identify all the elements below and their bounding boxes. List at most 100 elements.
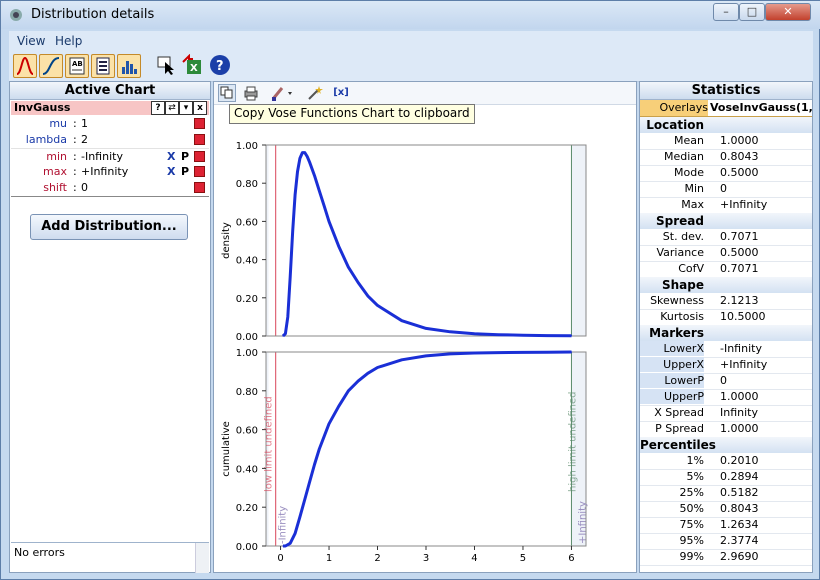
stat-row: 75% 1.2634	[640, 517, 812, 534]
p-mode-button[interactable]: P	[181, 165, 189, 178]
maximize-button[interactable]: □	[739, 3, 765, 21]
stat-value: 1.0000	[720, 390, 759, 403]
cell-reference-icon[interactable]	[194, 134, 205, 145]
stat-label[interactable]: LowerX	[640, 341, 704, 356]
add-distribution-button[interactable]: Add Distribution...	[30, 214, 188, 240]
svg-text:?: ?	[216, 59, 224, 74]
distribution-details-window: Distribution details – □ ✕ View Help AB …	[0, 0, 820, 580]
data-point	[347, 266, 350, 268]
dist-help-button[interactable]: ?	[151, 101, 165, 115]
svg-text:X: X	[190, 63, 198, 74]
stat-label[interactable]: UpperX	[640, 357, 704, 372]
active-chart-header: Active Chart	[10, 82, 210, 100]
cursor-icon[interactable]	[155, 54, 179, 78]
overlays-row: Overlays VoseInvGauss(1,2	[640, 100, 812, 117]
param-value-input[interactable]: +Infinity	[81, 165, 128, 178]
cell-reference-icon[interactable]	[194, 118, 205, 129]
param-row-min: min : -Infinity X P	[11, 148, 209, 165]
param-value-input[interactable]: 0	[81, 181, 88, 194]
cell-reference-icon[interactable]	[194, 182, 205, 193]
stat-label: Max	[681, 198, 704, 211]
stats-section-header: Location	[640, 117, 812, 133]
stat-label[interactable]: LowerP	[640, 373, 704, 388]
x-tick-label: 1	[326, 553, 332, 564]
report-icon[interactable]	[91, 54, 115, 78]
data-point	[299, 516, 301, 518]
chart-panel: [x] 1.00 0.80 0.60 0.40 0.20 0.00 density 1.00 0…	[213, 81, 637, 573]
help-icon[interactable]: ?	[209, 54, 233, 78]
menu-help[interactable]: Help	[55, 34, 82, 48]
stat-value: 1.0000	[720, 422, 759, 435]
stat-label: Skewness	[650, 294, 704, 307]
x-mode-button[interactable]: X	[167, 165, 175, 178]
stat-label: P Spread	[655, 422, 704, 435]
data-point	[313, 174, 316, 177]
menu-view[interactable]: View	[17, 34, 45, 48]
stat-value: 10.5000	[720, 310, 766, 323]
y-tick-label: 0.60	[236, 426, 258, 437]
section-title: Spread	[656, 214, 704, 228]
high-limit-band	[571, 145, 586, 336]
error-scrollbar[interactable]	[195, 543, 209, 573]
distribution-charts: 1.00 0.80 0.60 0.40 0.20 0.00 density 1.00 0.80 0…	[221, 141, 588, 564]
data-point	[401, 359, 403, 361]
param-value-input[interactable]: 2	[81, 133, 88, 146]
data-point	[301, 152, 303, 154]
stat-value: 2.1213	[720, 294, 759, 307]
plot-frame	[265, 351, 587, 547]
stat-label: CofV	[678, 262, 704, 275]
p-mode-button[interactable]: P	[181, 150, 189, 163]
param-label: max	[43, 165, 67, 178]
data-point	[522, 334, 524, 336]
stat-row: 5% 0.2894	[640, 469, 812, 486]
minimize-button[interactable]: –	[713, 3, 739, 21]
cell-reference-icon[interactable]	[194, 151, 205, 162]
section-title: Shape	[661, 278, 704, 292]
data-icon[interactable]: AB	[65, 54, 89, 78]
stats-section-header: Percentiles	[640, 437, 812, 453]
stat-label[interactable]: UpperP	[640, 389, 704, 404]
statistics-header: Statistics	[640, 82, 812, 100]
dist-dropdown-button[interactable]: ▾	[179, 101, 193, 115]
data-point	[289, 542, 291, 544]
param-row-max: max : +Infinity X P	[11, 164, 209, 180]
dist-remove-button[interactable]: x	[193, 101, 207, 115]
data-point	[546, 335, 548, 337]
active-chart-panel: Active Chart InvGauss ? ⇄ ▾ x mu : 1 lam…	[9, 81, 211, 573]
param-value-input[interactable]: 1	[81, 117, 88, 130]
param-value-input[interactable]: -Infinity	[81, 150, 123, 163]
overlays-button[interactable]: Overlays	[640, 100, 708, 116]
param-row-shift: shift : 0	[11, 180, 209, 197]
close-button[interactable]: ✕	[765, 3, 811, 21]
y-axis-label: cumulative	[221, 421, 232, 477]
stat-row: CofV 0.7071	[640, 261, 812, 278]
y-tick-label: 0.40	[236, 464, 258, 475]
stat-value: 0.7071	[720, 262, 759, 275]
stat-row: LowerP 0	[640, 373, 812, 390]
data-point	[304, 152, 306, 154]
cell-reference-icon[interactable]	[194, 166, 205, 177]
x-tick-label: 4	[471, 553, 477, 564]
low-value-annotation: -Infinity	[278, 506, 289, 544]
data-point	[309, 161, 311, 163]
stat-row: Mean 1.0000	[640, 133, 812, 150]
cdf-chart-icon[interactable]	[39, 54, 63, 78]
histogram-icon[interactable]	[117, 54, 141, 78]
stat-value: 0	[720, 374, 727, 387]
data-point	[570, 351, 573, 353]
x-mode-button[interactable]: X	[167, 150, 175, 163]
pdf-chart-icon[interactable]	[13, 54, 37, 78]
dist-swap-button[interactable]: ⇄	[165, 101, 179, 115]
y-tick-label: 0.80	[236, 179, 258, 190]
stat-value: 0.2894	[720, 470, 759, 483]
main-toolbar: AB X ?	[9, 51, 813, 82]
param-row-mu: mu : 1	[11, 116, 209, 132]
data-point	[357, 281, 359, 284]
stat-label: 75%	[679, 518, 704, 531]
stat-value: -Infinity	[720, 342, 762, 355]
y-tick-label: 0.20	[236, 294, 258, 305]
series-line	[283, 350, 572, 548]
y-tick-label: 0.20	[236, 503, 258, 514]
excel-export-icon[interactable]: X	[181, 53, 205, 78]
stat-label: Mode	[674, 166, 704, 179]
